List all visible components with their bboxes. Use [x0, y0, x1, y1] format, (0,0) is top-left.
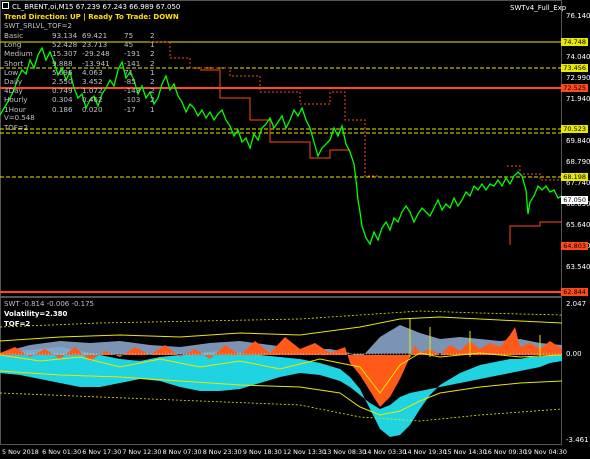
stats-cell: 1 — [150, 40, 155, 50]
trend-value: UP — [69, 13, 81, 21]
stats-cell: Low — [4, 67, 19, 77]
stats-cell: 2 — [150, 95, 155, 105]
time-label: 6 Nov 01:30 — [42, 448, 82, 456]
yellow-upper — [0, 316, 562, 342]
price-marker: 73.456 — [561, 64, 588, 72]
time-label: 8 Nov 23:30 — [202, 448, 242, 456]
stats-cell: 2 — [150, 86, 155, 96]
stats-cell: 93.134 — [52, 31, 78, 40]
time-label: 9 Nov 18:30 — [242, 448, 282, 456]
trend-info: Trend Direction: UP | Ready To Trade: DO… — [4, 13, 179, 21]
dotted-envelope-low — [0, 392, 562, 422]
stats-cell: -85 — [124, 77, 136, 86]
stats-cell: 0.304 — [52, 95, 73, 105]
stats-cell: 69.421 — [82, 31, 108, 40]
stats-cell: 71 — [124, 67, 134, 77]
stats-cell: 0.749 — [52, 86, 73, 96]
stats-cell: 0.186 — [52, 104, 73, 114]
stats-cell: 75 — [124, 31, 134, 40]
price-marker: 62.844 — [561, 288, 588, 296]
time-label: 14 Nov 03:30 — [363, 448, 407, 456]
stats-title: SWT_SRLVL_TOF=2 — [4, 22, 72, 30]
stats-cell: 45 — [124, 40, 134, 50]
ready-label: Ready To Trade: — [88, 13, 151, 21]
price-marker: 67.050 — [561, 196, 588, 204]
time-label: 19 Nov 04:30 — [523, 448, 567, 456]
indicator-tick-bottom: -3.461 — [566, 436, 589, 444]
indicator-tick-top: 2.047 — [566, 300, 587, 308]
stats-cell: 1.072 — [82, 86, 103, 96]
indicator-tick-zero: 0.00 — [566, 350, 582, 358]
stats-cell: -29.248 — [82, 49, 110, 59]
stats-cell: 1 — [150, 67, 155, 77]
time-axis: 5 Nov 2018 6 Nov 01:30 6 Nov 17:30 7 Nov 12… — [0, 445, 567, 459]
stats-cell: -103 — [124, 95, 141, 105]
indicator-chart[interactable] — [0, 297, 562, 445]
time-label: 8 Nov 07:30 — [162, 448, 202, 456]
stats-cell: 2 — [150, 31, 155, 40]
indicator-tof: TOF=2 — [4, 320, 31, 328]
stats-cell: 15.307 — [52, 49, 78, 59]
price-marker: 64.803 — [561, 242, 588, 250]
indicator-title: SWT -0.814 -0.006 -0.175 — [4, 300, 95, 308]
stats-cell: 23.713 — [82, 40, 108, 50]
time-label: 16 Nov 09:30 — [483, 448, 527, 456]
stats-v: V=0.548 — [4, 114, 35, 122]
trend-label: Trend Direction: — [4, 13, 68, 21]
time-label: 13 Nov 08:30 — [323, 448, 367, 456]
stats-cell: 3.452 — [82, 77, 103, 86]
indicator-name: SWTv4_Full_Exp — [510, 4, 567, 12]
time-label: 6 Nov 17:30 — [82, 448, 122, 456]
time-label: 14 Nov 19:30 — [403, 448, 447, 456]
time-label: 5 Nov 2018 — [2, 448, 39, 456]
stats-cell: 2 — [150, 58, 155, 68]
ready-value: DOWN — [153, 13, 179, 21]
price-marker: 68.198 — [561, 173, 588, 181]
stats-cell: Long — [4, 40, 22, 50]
price-marker: 74.748 — [561, 38, 588, 46]
stats-cell: 0.020 — [82, 104, 103, 114]
stats-cell: Short — [4, 58, 24, 68]
stats-cell: -13.941 — [82, 58, 110, 68]
price-marker: 70.523 — [561, 125, 588, 133]
stats-cell: Daily — [4, 77, 23, 86]
cyan-area — [0, 347, 562, 437]
stats-cell: 4Day — [4, 86, 23, 96]
stats-cell: 2.550 — [52, 77, 73, 86]
stats-cell: 5.696 — [52, 67, 73, 77]
stats-cell: -143 — [124, 86, 141, 96]
time-label: 7 Nov 12:30 — [122, 448, 162, 456]
stats-cell: Hourly — [4, 95, 28, 105]
stats-cell: 0.462 — [82, 95, 103, 105]
stats-cell: 52.428 — [52, 40, 78, 50]
chart-title: CL_BRENT,oi,M15 67.239 67.243 66.989 67.… — [2, 2, 180, 11]
time-label: 15 Nov 14:30 — [443, 448, 487, 456]
stats-cell: Medium — [4, 49, 33, 59]
indicator-volatility: Volatility=2.380 — [4, 310, 68, 318]
stats-cell: 4.063 — [82, 67, 103, 77]
stats-cell: 9.888 — [52, 58, 73, 68]
stats-cell: 1 — [150, 104, 155, 114]
stats-cell: 2 — [150, 77, 155, 86]
collapse-icon[interactable] — [2, 2, 9, 9]
price-marker: 72.525 — [561, 84, 588, 92]
stats-tof: TOF=2 — [4, 124, 29, 132]
support-line-right — [509, 221, 562, 245]
stats-cell: 1Hour — [4, 104, 26, 114]
stats-cell: -17 — [124, 104, 136, 114]
stats-cell: -191 — [124, 49, 141, 59]
stats-cell: 2 — [150, 49, 155, 59]
price-markers: 74.748 73.456 72.525 70.523 68.198 67.050 64.8… — [561, 0, 590, 297]
resist-line-lower — [200, 69, 350, 159]
dotted-right — [507, 165, 562, 181]
stats-cell: -141 — [124, 58, 141, 68]
time-label: 12 Nov 13:30 — [283, 448, 327, 456]
stats-cell: Basic — [4, 31, 24, 40]
